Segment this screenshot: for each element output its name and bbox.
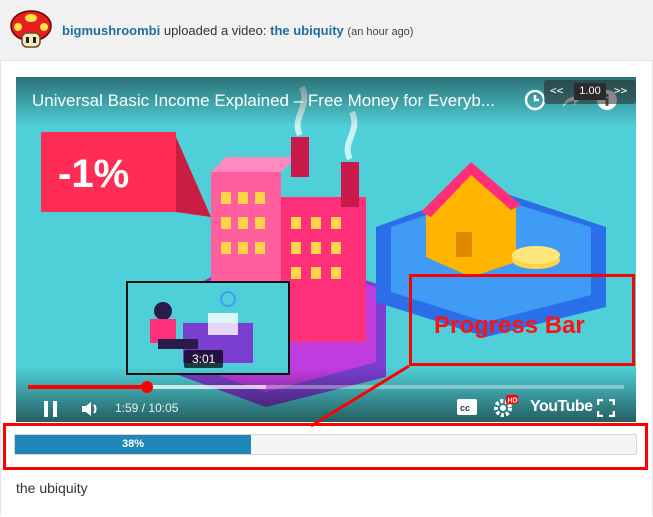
time-display: 1:59 / 10:05 <box>115 401 178 415</box>
hd-badge: HD <box>508 398 518 405</box>
fullscreen-icon[interactable] <box>597 399 615 417</box>
progress-bar-fill: 38% <box>15 435 251 454</box>
pause-icon[interactable] <box>42 399 60 419</box>
post-line: bigmushroombi uploaded a video: the ubiq… <box>62 23 413 38</box>
overlay-sign-text: -1% <box>58 152 129 196</box>
playback-speed-control: << 1.00 >> <box>544 80 636 104</box>
seek-bar[interactable] <box>28 381 624 393</box>
post-caption: the ubiquity <box>16 480 88 496</box>
seek-bar-played <box>28 385 147 389</box>
volume-icon[interactable] <box>80 399 100 419</box>
preview-timestamp: 3:01 <box>184 350 224 368</box>
seek-bar-handle[interactable] <box>141 381 153 393</box>
slower-button[interactable]: << <box>550 84 563 97</box>
faster-button[interactable]: >> <box>614 84 627 97</box>
progress-bar: 38% <box>14 434 637 455</box>
video-title[interactable]: Universal Basic Income Explained – Free … <box>32 91 522 111</box>
settings-icon[interactable]: HD <box>492 395 518 419</box>
annotation-label: Progress Bar <box>434 312 585 339</box>
duration: 10:05 <box>148 401 179 415</box>
video-link[interactable]: the ubiquity <box>270 23 344 38</box>
post-action-text: uploaded a video: <box>163 23 267 38</box>
watch-later-icon[interactable] <box>524 89 546 111</box>
time-separator: / <box>141 401 146 415</box>
video-player[interactable]: -1% Universal Basic Income Explained – F… <box>16 77 636 422</box>
svg-text:cc: cc <box>460 403 470 413</box>
username-link[interactable]: bigmushroombi <box>62 23 160 38</box>
speed-value: 1.00 <box>574 83 606 100</box>
current-time: 1:59 <box>115 401 139 415</box>
post-time: (an hour ago) <box>347 26 414 38</box>
post-header: bigmushroombi uploaded a video: the ubiq… <box>0 0 653 61</box>
captions-icon[interactable]: cc <box>457 399 477 415</box>
youtube-logo[interactable]: YouTube <box>530 398 593 416</box>
avatar[interactable] <box>10 9 52 51</box>
